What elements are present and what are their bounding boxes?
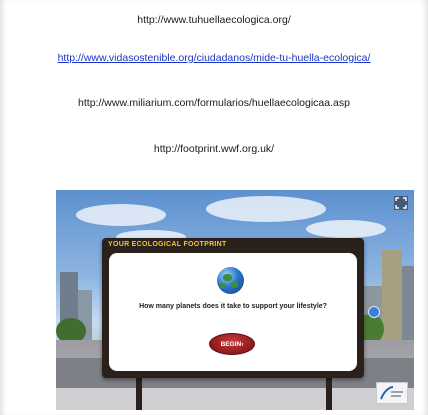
billboard-post: [326, 378, 332, 410]
board-title: YOUR ECOLOGICAL FOOTPRINT: [108, 241, 227, 248]
begin-button[interactable]: BEGIN ›: [209, 333, 255, 355]
link-footprint-wwf[interactable]: http://footprint.wwf.org.uk/: [0, 143, 428, 155]
building: [382, 250, 402, 344]
cloud: [306, 220, 386, 238]
link-tuhuellaecologica[interactable]: http://www.tuhuellaecologica.org/: [0, 14, 428, 26]
billboard-post: [136, 378, 142, 410]
cloud: [76, 204, 166, 226]
building: [402, 266, 414, 344]
chevron-right-icon: ›: [241, 340, 244, 348]
link-vidasostenible[interactable]: http://www.vidasostenible.org/ciudadanos…: [0, 52, 428, 64]
fullscreen-icon[interactable]: [394, 196, 408, 210]
globe-icon: [217, 267, 244, 294]
billboard-panel: How many planets does it take to support…: [109, 253, 357, 371]
document-page: http://www.tuhuellaecologica.org/ http:/…: [0, 0, 428, 415]
question-text: How many planets does it take to support…: [139, 303, 327, 310]
sidewalk: [56, 388, 414, 410]
link-miliarium[interactable]: http://www.miliarium.com/formularios/hue…: [0, 97, 428, 109]
begin-label: BEGIN: [220, 340, 242, 348]
navigation-icon[interactable]: [368, 306, 380, 318]
cloud: [206, 196, 326, 222]
billboard: YOUR ECOLOGICAL FOOTPRINT How many plane…: [102, 238, 364, 378]
ecological-footprint-game-screenshot: YOUR ECOLOGICAL FOOTPRINT How many plane…: [56, 190, 414, 410]
footprint-network-logo: [376, 382, 408, 404]
